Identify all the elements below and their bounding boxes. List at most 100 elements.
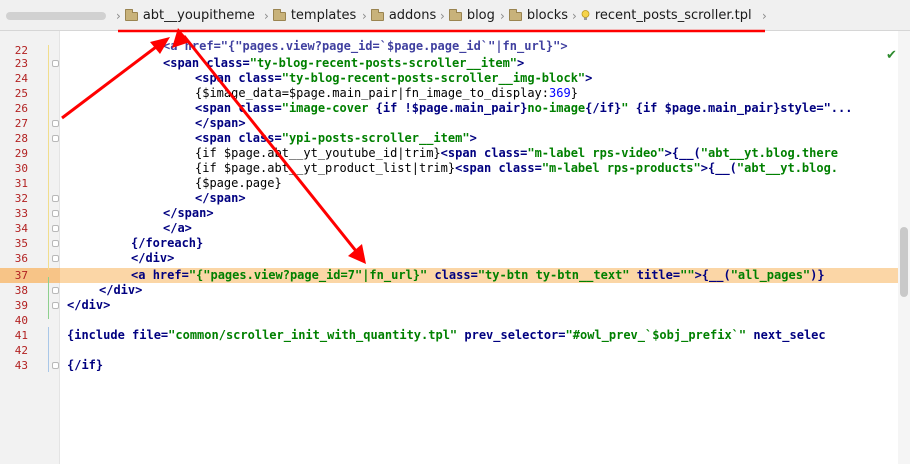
- line-number: 25: [14, 87, 28, 100]
- code-token: class=: [206, 56, 250, 70]
- fold-marker[interactable]: [52, 195, 59, 202]
- line-number: 42: [14, 344, 28, 357]
- line-number: 31: [14, 177, 28, 190]
- code-token: class=: [238, 131, 282, 145]
- code-token: </span>: [163, 206, 214, 220]
- code-token: >: [469, 131, 477, 145]
- code-token: "ty-blog-recent-posts-scroller__img-bloc…: [281, 71, 586, 85]
- folder-icon: [272, 9, 286, 21]
- code-token: <span: [455, 161, 499, 175]
- code-token: 369: [549, 86, 571, 100]
- breadcrumb-item-templates[interactable]: › templates: [264, 0, 356, 31]
- code-line-36: </div>: [131, 251, 174, 266]
- code-token: }: [570, 86, 578, 100]
- line-number: 41: [14, 329, 28, 342]
- code-token: next_selec: [746, 328, 826, 342]
- folder-icon: [448, 9, 462, 21]
- line-number: 38: [14, 284, 28, 297]
- chevron-right-icon: ›: [500, 8, 505, 23]
- fold-marker[interactable]: [52, 302, 59, 309]
- code-token: href=: [152, 268, 189, 282]
- code-token: >: [517, 56, 525, 70]
- line-number: 24: [14, 72, 28, 85]
- line-number: 26: [14, 102, 28, 115]
- fold-marker[interactable]: [52, 362, 59, 369]
- code-token: </div>: [99, 283, 143, 297]
- breadcrumb-item-addons[interactable]: › addons: [362, 0, 436, 31]
- code-token: <span: [195, 131, 239, 145]
- code-line-29: {if $page.abt__yt_youtube_id|trim}<span …: [195, 146, 838, 161]
- code-line-24: <span class="ty-blog-recent-posts-scroll…: [195, 71, 592, 86]
- line-number: 34: [14, 222, 28, 235]
- code-token: </div>: [131, 251, 175, 265]
- code-line-35: {/foreach}: [131, 236, 203, 251]
- fold-marker[interactable]: [52, 240, 59, 247]
- code-token: {if $page.abt__yt_product_list|trim}: [195, 161, 456, 175]
- breadcrumb-item-blog[interactable]: › blog: [440, 0, 495, 31]
- line-number: 33: [14, 207, 28, 220]
- code-token: "m-label rps-products": [541, 161, 701, 175]
- fold-marker[interactable]: [52, 60, 59, 67]
- code-token: "abt__yt.blog.: [736, 161, 839, 175]
- line-number: 36: [14, 252, 28, 265]
- code-token: "ty-btn ty-btn__text": [477, 268, 630, 282]
- fold-marker[interactable]: [52, 225, 59, 232]
- code-token: "#owl_prev_`$obj_prefix`": [565, 328, 747, 342]
- code-token: {if !$page.main_pair}: [375, 101, 528, 115]
- tpl-file-icon: [581, 10, 590, 20]
- code-line-38: </div>: [99, 283, 142, 298]
- chevron-right-icon: ›: [440, 8, 445, 23]
- code-line-39: </div>: [67, 298, 110, 313]
- code-line-23: <span class="ty-blog-recent-posts-scroll…: [163, 56, 524, 71]
- line-number: 43: [14, 359, 28, 372]
- code-token: class=: [484, 146, 528, 160]
- line-number: 28: [14, 132, 28, 145]
- folder-icon: [124, 9, 138, 21]
- fold-marker[interactable]: [52, 135, 59, 142]
- code-token: {$image_data=$page.main_pair|fn_image_to…: [195, 86, 550, 100]
- modified-lines-marker: [48, 45, 49, 270]
- code-token: class=: [427, 268, 478, 282]
- code-token: {if $page.main_pair}: [635, 101, 781, 115]
- code-token: "ty-blog-recent-posts-scroller__item": [249, 56, 518, 70]
- breadcrumb-label: blog: [466, 8, 495, 23]
- line-number: 29: [14, 147, 28, 160]
- code-token: </div>: [67, 298, 111, 312]
- breadcrumb-project-root[interactable]: [6, 0, 106, 31]
- folder-icon: [508, 9, 522, 21]
- breadcrumb-item-abt-youpitheme[interactable]: › abt__youpitheme: [116, 0, 255, 31]
- breadcrumb-label: templates: [290, 8, 357, 23]
- code-line-37: <a href="{"pages.view?page_id=7"|fn_url}…: [131, 268, 825, 283]
- fold-marker[interactable]: [52, 120, 59, 127]
- folder-icon: [370, 9, 384, 21]
- line-number: 35: [14, 237, 28, 250]
- code-token: {/if}: [67, 358, 104, 372]
- code-token: >{__(: [664, 146, 701, 160]
- breadcrumb-item-current-file[interactable]: › recent_posts_scroller.tpl: [572, 0, 752, 31]
- fold-marker[interactable]: [52, 287, 59, 294]
- code-token: <a: [131, 268, 153, 282]
- code-token: <a href="{"pages.view?page_id=`$page.pag…: [163, 39, 568, 53]
- line-number: 23: [14, 57, 28, 70]
- code-token: prev_selector=: [457, 328, 566, 342]
- scrollbar-thumb[interactable]: [900, 227, 908, 297]
- code-token: class=: [238, 71, 282, 85]
- fold-marker[interactable]: [52, 255, 59, 262]
- code-token: class=: [498, 161, 542, 175]
- code-token: title=: [629, 268, 681, 282]
- code-editor[interactable]: 22 23 24 25 26 27 28 29 30 31 32 33 34 3…: [0, 31, 910, 464]
- fold-marker[interactable]: [52, 210, 59, 217]
- breadcrumb-end: ›: [762, 0, 771, 31]
- code-line-33: </span>: [163, 206, 214, 221]
- code-token: "all_pages": [730, 268, 811, 282]
- code-token: class=: [238, 101, 282, 115]
- code-token: >: [585, 71, 593, 85]
- line-number: 32: [14, 192, 28, 205]
- breadcrumb-item-blocks[interactable]: › blocks: [500, 0, 568, 31]
- breadcrumb-label: addons: [388, 8, 437, 23]
- code-token: {/if}: [585, 101, 622, 115]
- code-token: <span: [440, 146, 484, 160]
- chevron-right-icon: ›: [362, 8, 367, 23]
- line-number: 40: [14, 314, 28, 327]
- code-token: "abt__yt.blog.there: [700, 146, 839, 160]
